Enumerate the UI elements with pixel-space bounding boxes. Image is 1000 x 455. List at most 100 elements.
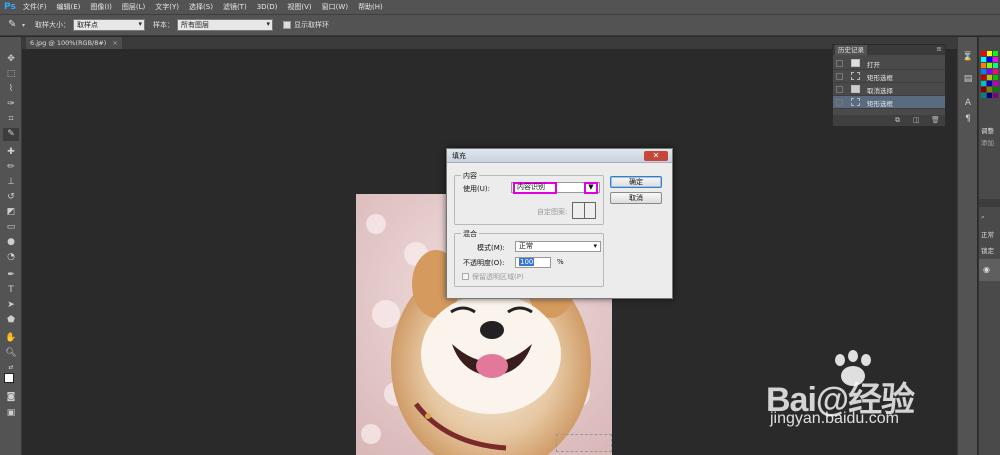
eye-icon[interactable]: ◉ bbox=[983, 265, 990, 274]
show-ring-checkbox[interactable] bbox=[283, 21, 292, 29]
content-group-title: 内容 bbox=[461, 171, 479, 181]
color-swatch[interactable] bbox=[993, 81, 998, 86]
quick-select-tool-icon[interactable]: ✑ bbox=[3, 98, 19, 111]
color-swatch[interactable] bbox=[981, 69, 986, 74]
history-tab[interactable]: 历史记录 bbox=[835, 45, 867, 55]
color-swatch[interactable] bbox=[987, 63, 992, 68]
menu-file[interactable]: 文件(F) bbox=[18, 0, 52, 14]
color-swatch[interactable] bbox=[993, 87, 998, 92]
shape-tool-icon[interactable]: ⬟ bbox=[3, 314, 19, 327]
color-swatch[interactable] bbox=[987, 93, 992, 98]
ok-button[interactable]: 确定 bbox=[610, 176, 662, 188]
color-swatch[interactable] bbox=[987, 81, 992, 86]
mode-select[interactable]: 正常 ▾ bbox=[515, 241, 601, 252]
menu-3d[interactable]: 3D(D) bbox=[252, 0, 283, 14]
document-tab-bar: 6.jpg @ 100%(RGB/8#) × bbox=[22, 37, 957, 49]
gradient-tool-icon[interactable]: ▭ bbox=[3, 221, 19, 234]
color-swatch[interactable] bbox=[981, 87, 986, 92]
dialog-titlebar[interactable]: 填充 ✕ bbox=[447, 149, 672, 163]
layer-comps-icon[interactable]: ▤ bbox=[960, 73, 976, 86]
brush-tool-icon[interactable]: ✏ bbox=[3, 161, 19, 174]
zoom-tool-icon[interactable]: 🔍︎ bbox=[3, 347, 19, 360]
color-swatch[interactable] bbox=[987, 69, 992, 74]
paragraph-panel-icon[interactable]: ¶ bbox=[960, 113, 976, 126]
cancel-button[interactable]: 取消 bbox=[610, 192, 662, 204]
layer-search-icon[interactable]: ⌕ bbox=[981, 213, 985, 222]
pen-tool-icon[interactable]: ✒ bbox=[3, 269, 19, 282]
preserve-transparency-checkbox[interactable] bbox=[462, 273, 469, 280]
clone-stamp-icon[interactable]: ⊥ bbox=[3, 176, 19, 189]
use-select[interactable]: 内容识别 ▼ bbox=[511, 182, 600, 194]
healing-brush-icon[interactable]: ✚ bbox=[3, 146, 19, 159]
color-swatch[interactable] bbox=[987, 75, 992, 80]
history-snapshot-checkbox bbox=[836, 73, 843, 80]
color-swatch[interactable] bbox=[993, 75, 998, 80]
trash-icon[interactable]: 🗑︎ bbox=[931, 116, 940, 124]
history-panel-icon[interactable]: ⌛ bbox=[960, 51, 976, 64]
type-tool-icon[interactable]: T bbox=[3, 284, 19, 297]
blur-tool-icon[interactable]: ● bbox=[3, 236, 19, 249]
color-swatch[interactable] bbox=[987, 57, 992, 62]
lasso-tool-icon[interactable]: ⌇ bbox=[3, 83, 19, 96]
quick-mask-icon[interactable]: ◙ bbox=[3, 391, 19, 404]
new-document-icon[interactable]: ⧉ bbox=[895, 116, 900, 125]
history-panel-header: 历史记录 ≡ bbox=[833, 45, 945, 55]
menu-layer[interactable]: 图层(L) bbox=[117, 0, 150, 14]
color-swatch[interactable] bbox=[981, 63, 986, 68]
menu-window[interactable]: 窗口(W) bbox=[317, 0, 353, 14]
history-item[interactable]: 矩形选框 bbox=[833, 70, 945, 83]
character-panel-icon[interactable]: A bbox=[960, 97, 976, 110]
history-item-label: 矩形选框 bbox=[867, 74, 893, 82]
history-item[interactable]: 打开 bbox=[833, 57, 945, 70]
crop-tool-icon[interactable]: ⌗ bbox=[3, 113, 19, 126]
color-swatch[interactable] bbox=[987, 87, 992, 92]
menu-view[interactable]: 视图(V) bbox=[282, 0, 316, 14]
opacity-value: 100 bbox=[519, 258, 535, 266]
menu-help[interactable]: 帮助(H) bbox=[353, 0, 388, 14]
menu-filter[interactable]: 滤镜(T) bbox=[218, 0, 252, 14]
tool-preset-chevron-icon[interactable]: ▾ bbox=[22, 22, 25, 29]
move-tool-icon[interactable]: ✥ bbox=[3, 53, 19, 66]
close-icon[interactable]: ✕ bbox=[644, 151, 668, 161]
color-swatch[interactable] bbox=[981, 51, 986, 56]
foreground-color-swatch[interactable] bbox=[4, 373, 14, 383]
history-item-selected[interactable]: 矩形选框 bbox=[833, 96, 945, 109]
document-tab[interactable]: 6.jpg @ 100%(RGB/8#) × bbox=[26, 37, 122, 49]
dodge-tool-icon[interactable]: ◔ bbox=[3, 251, 19, 264]
color-swatch[interactable] bbox=[993, 63, 998, 68]
layer-row[interactable]: ◉ bbox=[979, 259, 1000, 281]
eraser-tool-icon[interactable]: ◩ bbox=[3, 206, 19, 219]
color-swatch[interactable] bbox=[993, 51, 998, 56]
color-swatch[interactable] bbox=[981, 81, 986, 86]
history-item[interactable]: 取消选择 bbox=[833, 83, 945, 96]
menu-edit[interactable]: 编辑(E) bbox=[52, 0, 86, 14]
blend-mode-label[interactable]: 正常 bbox=[981, 229, 994, 239]
color-swatch[interactable] bbox=[981, 75, 986, 80]
color-swatch[interactable] bbox=[981, 57, 986, 62]
color-swatch[interactable] bbox=[993, 93, 998, 98]
color-swatch[interactable] bbox=[987, 51, 992, 56]
opacity-input[interactable]: 100 bbox=[515, 257, 551, 268]
menu-type[interactable]: 文字(Y) bbox=[150, 0, 184, 14]
panel-menu-icon[interactable]: ≡ bbox=[936, 45, 942, 53]
sample-select[interactable]: 所有图层 bbox=[177, 19, 274, 31]
path-select-icon[interactable]: ➤ bbox=[3, 299, 19, 312]
color-swatch[interactable] bbox=[993, 57, 998, 62]
screen-mode-icon[interactable]: ▣ bbox=[3, 407, 19, 420]
close-tab-icon[interactable]: × bbox=[112, 39, 117, 47]
hand-tool-icon[interactable]: ✋ bbox=[3, 332, 19, 345]
mode-chevron-icon[interactable]: ▾ bbox=[593, 242, 597, 251]
menu-select[interactable]: 选择(S) bbox=[184, 0, 218, 14]
eyedropper-tool-icon[interactable]: ✎ bbox=[3, 128, 19, 141]
marquee-tool-icon[interactable]: ⬚ bbox=[3, 68, 19, 81]
history-brush-icon[interactable]: ↺ bbox=[3, 191, 19, 204]
sample-size-label: 取样大小： bbox=[35, 21, 71, 29]
color-swatch[interactable] bbox=[981, 93, 986, 98]
sample-size-select[interactable]: 取样点 bbox=[73, 19, 146, 31]
menu-image[interactable]: 图像(I) bbox=[85, 0, 117, 14]
mode-value: 正常 bbox=[519, 242, 533, 250]
chevron-down-icon[interactable]: ▼ bbox=[584, 182, 598, 194]
eyedropper-icon[interactable]: ✎ bbox=[8, 18, 22, 32]
color-swatch[interactable] bbox=[993, 69, 998, 74]
camera-icon[interactable]: ◫ bbox=[913, 116, 920, 124]
